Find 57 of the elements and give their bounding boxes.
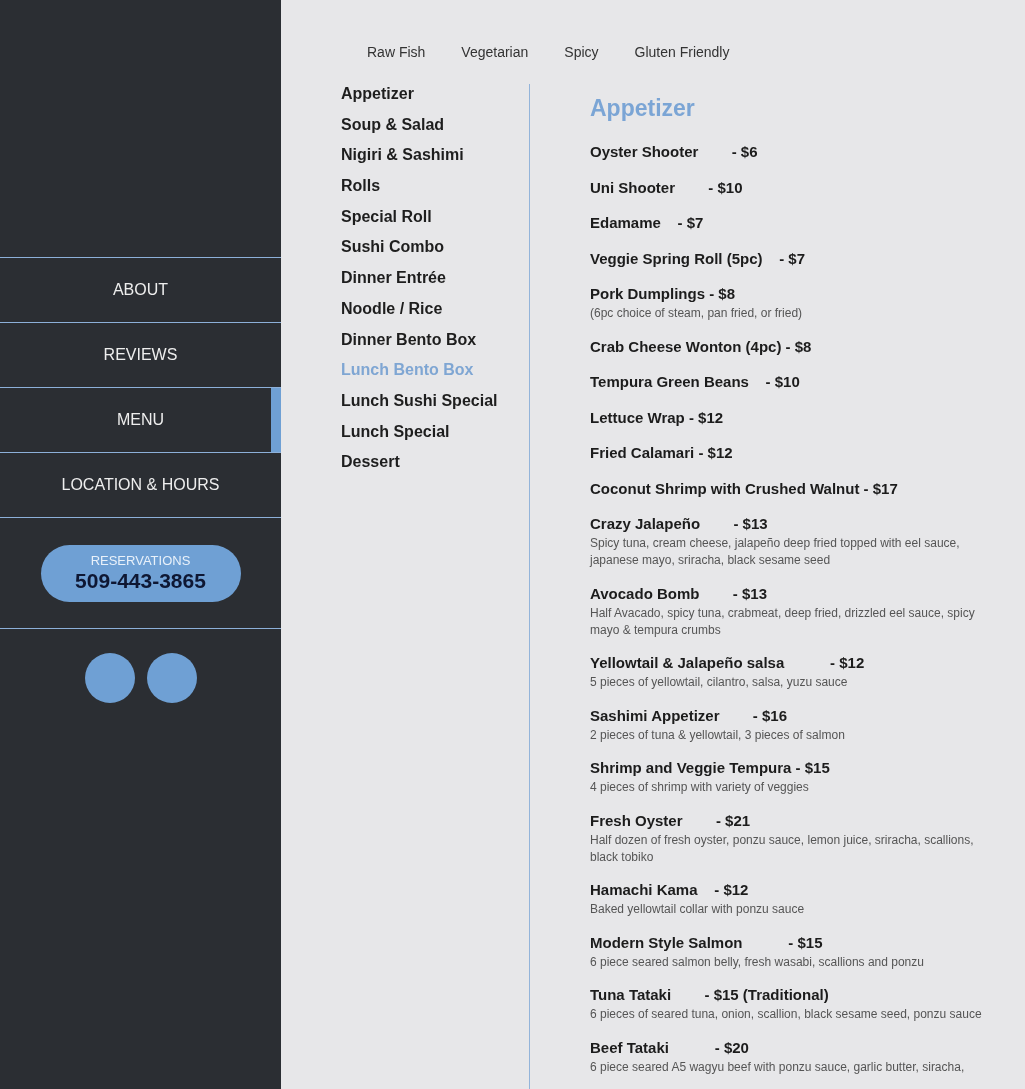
dish-description: Half dozen of fresh oyster, ponzu sauce, lemon juice, sriracha, scallions, black tobiko [590,831,975,866]
filter-link[interactable]: Raw Fish [367,42,426,62]
dish-description: (6pc choice of steam, pan fried, or fried) [590,305,804,322]
round-link-icon[interactable] [84,653,135,703]
section-heading: Appetizer [590,94,696,123]
reservations-label: RESERVATIONS [90,553,191,568]
dish-title: Beef Tataki - $20 [590,1037,749,1058]
dish-title: Uni Shooter - $10 [590,177,743,198]
nav-link[interactable]: REVIEWS [0,323,281,388]
filter-link[interactable]: Vegetarian [461,42,529,62]
category-link[interactable]: Noodle / Rice [341,298,443,319]
category-link[interactable]: Lunch Special [341,421,450,442]
category-link[interactable]: Lunch Sushi Special [341,390,498,411]
category-link[interactable]: Appetizer [341,84,414,104]
dish-title: Sashimi Appetizer - $16 [590,705,787,726]
phone-number: 509-443-3865 [75,568,206,593]
dish-description: Half Avacado, spicy tuna, crabmeat, deep fried, drizzled eel sauce, spicy mayo & tempura crumbs [590,604,976,639]
dish-title: Yellowtail & Jalapeño salsa - $12 [590,653,865,673]
category-link[interactable]: Soup & Salad [341,114,445,135]
dish-title: Coconut Shrimp with Crushed Walnut - $17 [590,478,898,499]
dish-title: Lettuce Wrap - $12 [590,407,724,428]
dish-title: Shrimp and Veggie Tempura - $15 [590,758,830,778]
dish-title: Tuna Tataki - $15 (Traditional) [590,985,829,1005]
dish-description: 6 pieces of seared tuna, onion, scallion, black sesame seed, ponzu sauce [590,1006,983,1023]
dish-title: Tempura Green Beans - $10 [590,372,800,392]
dish-title: Edamame - $7 [590,213,704,233]
category-link[interactable]: Sushi Combo [341,237,445,258]
category-link[interactable]: Dinner Bento Box [341,329,477,350]
category-link[interactable]: Special Roll [341,206,432,227]
category-link[interactable]: Rolls [341,176,381,197]
reservations-button[interactable]: RESERVATIONS 509-443-3865 [40,544,241,602]
nav-link[interactable]: LOCATION & HOURS [0,453,281,518]
dish-title: Oyster Shooter - $6 [590,142,758,162]
dish-title: Fresh Oyster - $21 [590,810,751,831]
category-link[interactable]: Dessert [341,452,400,473]
dish-description: 4 pieces of shrimp with variety of veggies [590,779,810,796]
dish-description: Baked yellowtail collar with ponzu sauce [590,901,806,918]
category-link[interactable]: Dinner Entrée [341,268,446,289]
filter-link[interactable]: Spicy [564,42,599,62]
nav-link[interactable]: MENU [0,388,281,453]
dish-description: 6 piece seared A5 wagyu beef with ponzu sauce, garlic butter, siracha, [590,1058,966,1076]
dish-description: Spicy tuna, cream cheese, jalapeño deep fried topped with eel sauce, japanese mayo, sriracha, black sesame seed [590,535,961,569]
dish-description: 6 piece seared salmon belly, fresh wasabi, scallions and ponzu [590,953,925,971]
dish-title: Modern Style Salmon - $15 [590,932,823,953]
round-link-icon[interactable] [146,653,197,703]
dish-title: Avocado Bomb - $13 [590,583,767,604]
dish-description: 5 pieces of yellowtail, cilantro, salsa, yuzu sauce [590,674,849,691]
dish-title: Fried Calamari - $12 [590,443,733,463]
dish-title: Hamachi Kama - $12 [590,880,749,900]
dish-title: Pork Dumplings - $8 [590,284,736,304]
filter-link[interactable]: Gluten Friendly [634,42,730,62]
dish-title: Veggie Spring Roll (5pc) - $7 [590,248,806,269]
dish-description: 2 pieces of tuna & yellowtail, 3 pieces of salmon [590,726,846,744]
nav-link[interactable]: ABOUT [0,258,281,323]
category-link[interactable]: Nigiri & Sashimi [341,145,464,166]
dish-title: Crazy Jalapeño - $13 [590,514,768,534]
dish-title: Crab Cheese Wonton (4pc) - $8 [590,336,812,357]
